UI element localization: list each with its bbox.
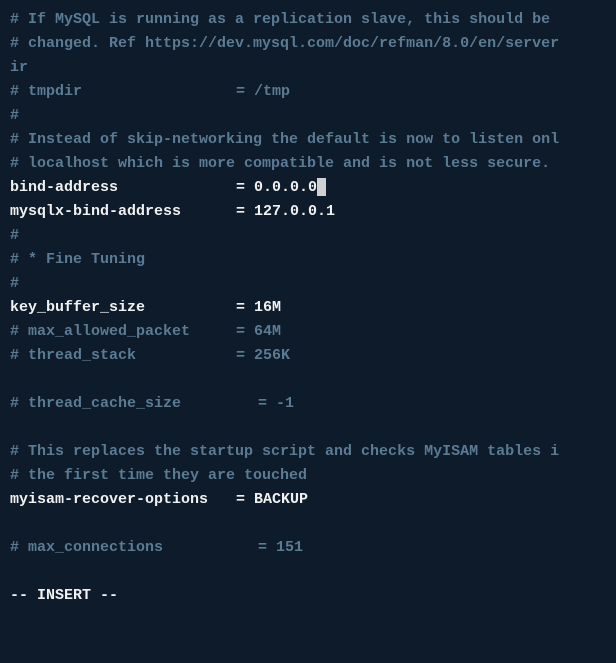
blank-line bbox=[10, 560, 616, 584]
comment-line: # bbox=[10, 224, 616, 248]
config-val: = 16M bbox=[236, 299, 281, 316]
vim-mode-status: -- INSERT -- bbox=[10, 584, 616, 608]
comment-val: = -1 bbox=[258, 395, 294, 412]
comment-max-allowed-packet: # max_allowed_packet= 64M bbox=[10, 320, 616, 344]
comment-key: # max_connections bbox=[10, 536, 258, 560]
config-key: myisam-recover-options bbox=[10, 488, 236, 512]
blank-line bbox=[10, 416, 616, 440]
comment-thread-cache-size: # thread_cache_size= -1 bbox=[10, 392, 616, 416]
comment-line: # localhost which is more compatible and… bbox=[10, 152, 616, 176]
config-bind-address[interactable]: bind-address= 0.0.0.0 bbox=[10, 176, 616, 200]
comment-val: = 256K bbox=[236, 347, 290, 364]
blank-line bbox=[10, 512, 616, 536]
config-key-buffer-size[interactable]: key_buffer_size= 16M bbox=[10, 296, 616, 320]
comment-section-header: # * Fine Tuning bbox=[10, 248, 616, 272]
comment-key: # max_allowed_packet bbox=[10, 320, 236, 344]
text-cursor bbox=[317, 178, 326, 196]
config-mysqlx-bind-address[interactable]: mysqlx-bind-address= 127.0.0.1 bbox=[10, 200, 616, 224]
comment-max-connections: # max_connections= 151 bbox=[10, 536, 616, 560]
config-key: bind-address bbox=[10, 176, 236, 200]
comment-line: # This replaces the startup script and c… bbox=[10, 440, 616, 464]
comment-key: # tmpdir bbox=[10, 80, 236, 104]
comment-line: ir bbox=[10, 56, 616, 80]
comment-line: # bbox=[10, 272, 616, 296]
config-key: mysqlx-bind-address bbox=[10, 200, 236, 224]
comment-key: # thread_cache_size bbox=[10, 392, 258, 416]
config-val: = BACKUP bbox=[236, 491, 308, 508]
config-val: = 0.0.0.0 bbox=[236, 179, 317, 196]
config-key: key_buffer_size bbox=[10, 296, 236, 320]
blank-line bbox=[10, 368, 616, 392]
comment-tmpdir: # tmpdir= /tmp bbox=[10, 80, 616, 104]
comment-val: = 64M bbox=[236, 323, 281, 340]
comment-line: # bbox=[10, 104, 616, 128]
comment-val: = /tmp bbox=[236, 83, 290, 100]
comment-line: # If MySQL is running as a replication s… bbox=[10, 8, 616, 32]
comment-key: # thread_stack bbox=[10, 344, 236, 368]
comment-line: # changed. Ref https://dev.mysql.com/doc… bbox=[10, 32, 616, 56]
comment-thread-stack: # thread_stack= 256K bbox=[10, 344, 616, 368]
config-val: = 127.0.0.1 bbox=[236, 203, 335, 220]
comment-line: # the first time they are touched bbox=[10, 464, 616, 488]
comment-val: = 151 bbox=[258, 539, 303, 556]
comment-line: # Instead of skip-networking the default… bbox=[10, 128, 616, 152]
config-myisam-recover-options[interactable]: myisam-recover-options= BACKUP bbox=[10, 488, 616, 512]
